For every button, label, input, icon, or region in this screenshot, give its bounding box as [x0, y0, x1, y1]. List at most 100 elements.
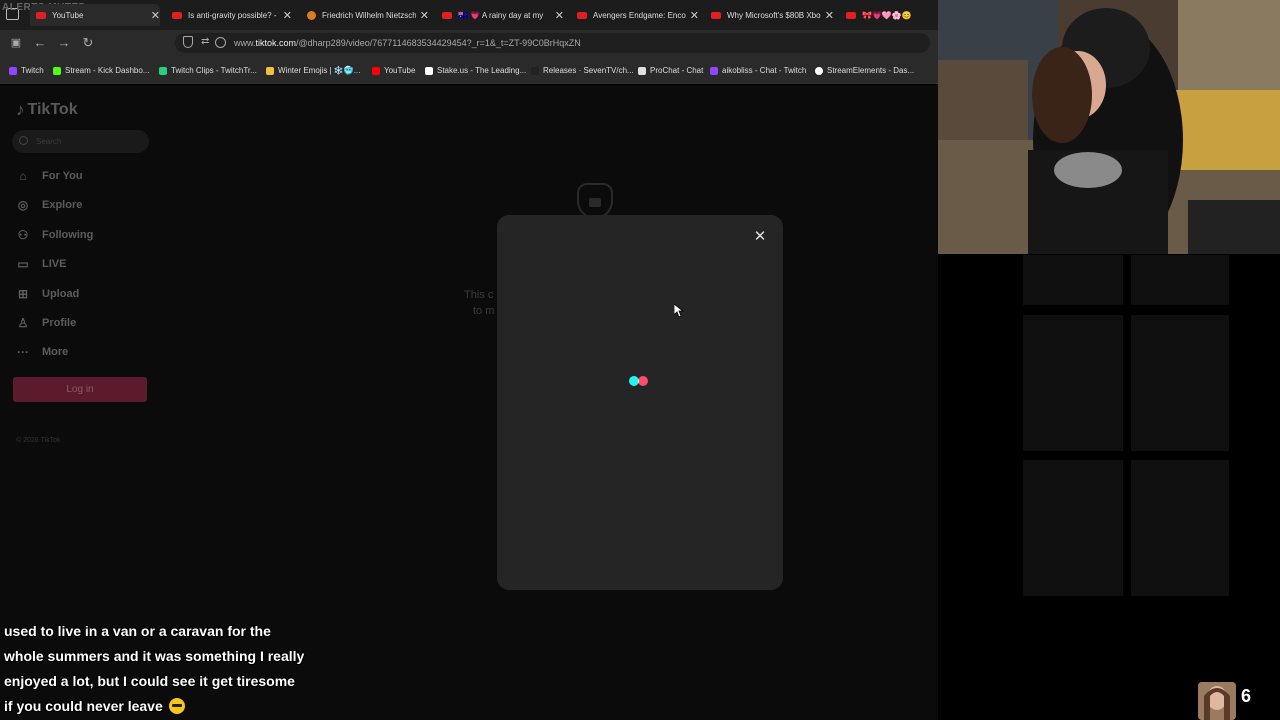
private-video-text-2: to m [473, 305, 495, 317]
bookmark-twitch-clips[interactable]: Twitch Clips - TwitchTr... [159, 66, 257, 75]
sidebar-toggle-icon[interactable]: ▣ [8, 36, 24, 49]
tab-title: Is anti-gravity possible? - Y [188, 10, 279, 20]
skeleton-card [1131, 460, 1229, 596]
youtube-icon [372, 66, 380, 75]
bookmark-label: Winter Emojis | ❄️🥶... [278, 66, 361, 75]
site-settings-icon[interactable]: ⇄ [201, 36, 209, 47]
bookmark-label: Stake.us - The Leading... [437, 66, 527, 75]
tab-title: 🇦🇺 💗 A rainy day at my [458, 10, 544, 20]
url-text[interactable]: www.tiktok.com/@dharp289/video/767711468… [234, 38, 581, 48]
youtube-icon [577, 11, 587, 19]
stake-icon [425, 66, 433, 75]
forward-icon[interactable]: → [56, 35, 72, 50]
tab-emoji[interactable]: 🎀💗🩷🌸😊 [846, 4, 936, 26]
bookmark-label: Stream - Kick Dashbo... [65, 66, 150, 75]
back-icon[interactable]: ← [32, 35, 48, 50]
streamelements-icon [815, 66, 823, 75]
search-placeholder: Search [36, 137, 62, 146]
tab-nietzsche[interactable]: Friedrich Wilhelm Nietzsch ✕ [307, 4, 429, 26]
shield-icon[interactable] [183, 36, 193, 48]
bookmark-label: Releases · SevenTV/ch... [543, 66, 634, 75]
copyright-text: © 2026 TikTok [16, 437, 61, 444]
bookmark-seventv[interactable]: Releases · SevenTV/ch... [531, 66, 634, 75]
sunglasses-emoji-icon [168, 698, 185, 714]
following-icon: ⚇ [17, 228, 29, 242]
nav-label: Following [42, 229, 94, 241]
search-input[interactable] [12, 130, 149, 153]
twitch-icon [9, 66, 17, 75]
nav-upload[interactable]: ⊞ Upload [16, 287, 79, 301]
bookmark-twitch[interactable]: Twitch [9, 66, 44, 75]
nav-following[interactable]: ⚇ Following [16, 228, 94, 242]
youtube-icon [846, 11, 856, 19]
bookmark-label: StreamElements - Das... [827, 66, 915, 75]
nav-profile[interactable]: ♙ Profile [16, 316, 77, 330]
caption-line: used to live in a van or a caravan for t… [4, 623, 271, 639]
skeleton-card [1023, 315, 1123, 451]
nav-live[interactable]: ▭ LIVE [16, 257, 66, 271]
tab-close-icon[interactable]: ✕ [555, 9, 564, 22]
nav-label: Upload [42, 288, 80, 300]
login-button[interactable]: Log in [13, 377, 147, 402]
caption-text: if you could never leave [4, 698, 163, 714]
tab-close-icon[interactable]: ✕ [825, 9, 834, 22]
bookmark-aikobliss[interactable]: aikobliss - Chat - Twitch [710, 66, 806, 75]
webcam-feed [938, 0, 1280, 254]
loading-dot-red [638, 376, 648, 386]
tiktok-logo[interactable]: ♪ TikTok [16, 100, 78, 120]
webcam-image [938, 0, 1280, 254]
nav-more[interactable]: ··· More [16, 345, 68, 359]
tiktok-note-icon: ♪ [16, 100, 25, 119]
github-icon [531, 66, 539, 75]
tab-close-icon[interactable]: ✕ [420, 9, 429, 22]
nav-explore[interactable]: ◎ Explore [16, 198, 83, 212]
tab-title: Avengers Endgame: Encore [593, 10, 686, 20]
nav-label: Explore [42, 199, 83, 211]
tab-rainy-day[interactable]: 🇦🇺 💗 A rainy day at my ✕ [442, 4, 564, 26]
skeleton-card [1023, 255, 1123, 305]
tab-title: Friedrich Wilhelm Nietzsch [322, 10, 416, 20]
caption-line: whole summers and it was something I rea… [4, 648, 305, 664]
compass-icon: ◎ [17, 198, 29, 212]
twitchtracker-icon [159, 66, 167, 75]
tab-close-icon[interactable]: ✕ [151, 9, 160, 22]
nav-label: For You [42, 170, 83, 182]
home-icon: ⌂ [19, 169, 27, 183]
tiktok-logo-text: TikTok [27, 101, 78, 118]
skeleton-card [1023, 460, 1123, 596]
live-icon: ▭ [17, 257, 29, 271]
bookmark-youtube[interactable]: YouTube [372, 66, 415, 75]
bookmark-label: ProChat - Chat [650, 66, 704, 75]
skeleton-card [1131, 315, 1229, 451]
tab-microsoft-xbox[interactable]: Why Microsoft's $80B Xbo ✕ [711, 4, 834, 26]
tab-anti-gravity[interactable]: Is anti-gravity possible? - Y ✕ [172, 4, 292, 26]
folder-icon [266, 66, 274, 75]
bookmark-kick[interactable]: Stream - Kick Dashbo... [53, 66, 149, 75]
close-icon[interactable]: ✕ [751, 228, 769, 246]
bookmark-prochat[interactable]: ProChat - Chat [638, 66, 703, 75]
wiki-icon [307, 10, 316, 20]
tab-title: Why Microsoft's $80B Xbo [727, 10, 821, 20]
viewer-count: 6 [1241, 686, 1252, 706]
bookmark-streamelements[interactable]: StreamElements - Das... [815, 66, 914, 75]
tab-avengers[interactable]: Avengers Endgame: Encore ✕ [577, 4, 699, 26]
twitch-icon [710, 66, 718, 75]
tracking-protection-icon[interactable] [215, 37, 226, 48]
prochat-icon [638, 66, 646, 75]
nav-for-you[interactable]: ⌂ For You [16, 169, 83, 183]
nav-label: More [42, 346, 69, 358]
lock-body [589, 198, 601, 207]
youtube-icon [711, 11, 721, 19]
bookmark-stake[interactable]: Stake.us - The Leading... [425, 66, 526, 75]
tab-close-icon[interactable]: ✕ [283, 9, 292, 22]
bookmark-winter-emojis[interactable]: Winter Emojis | ❄️🥶... [266, 66, 360, 75]
reload-icon[interactable]: ↻ [80, 35, 96, 51]
bookmark-label: Twitch Clips - TwitchTr... [171, 66, 257, 75]
search-icon [19, 136, 28, 145]
kick-icon [53, 66, 61, 75]
tab-youtube[interactable]: YouTube ✕ [30, 4, 160, 26]
tab-title: YouTube [52, 10, 84, 20]
youtube-icon [442, 11, 452, 19]
viewer-avatar [1198, 682, 1236, 720]
tab-close-icon[interactable]: ✕ [690, 9, 699, 22]
